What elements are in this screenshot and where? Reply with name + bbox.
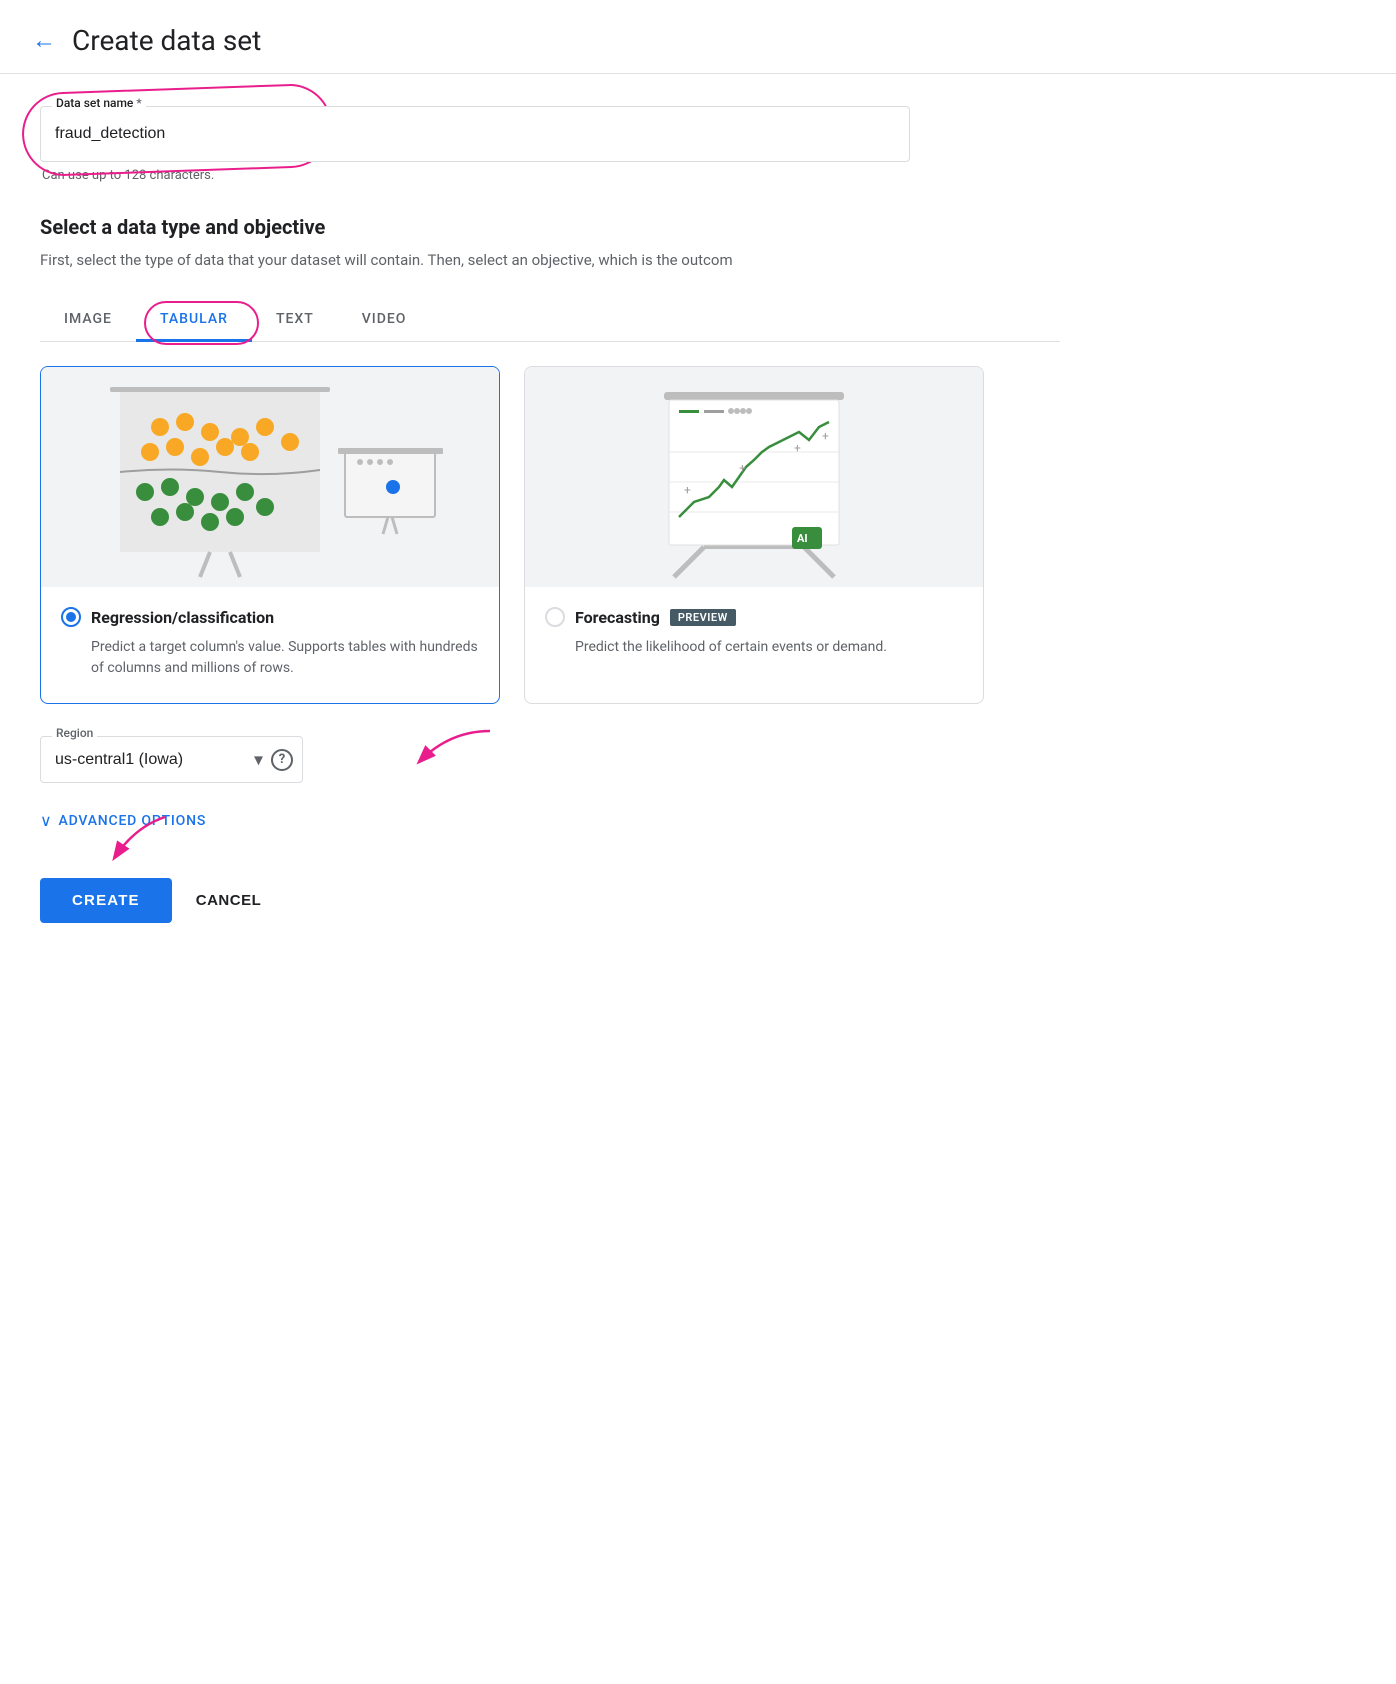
card-regression-body: Regression/classification Predict a targ… bbox=[41, 587, 499, 703]
card-forecasting-option-row: Forecasting PREVIEW bbox=[545, 607, 963, 627]
cards-container: Regression/classification Predict a targ… bbox=[40, 366, 1060, 704]
scatter-plot-svg bbox=[90, 372, 450, 582]
radio-regression[interactable] bbox=[61, 607, 81, 627]
svg-text:+: + bbox=[822, 429, 829, 443]
region-group: Region us-central1 (Iowa) us-east1 (Sout… bbox=[40, 736, 1060, 783]
advanced-options-toggle[interactable]: ∨ ADVANCED OPTIONS bbox=[40, 811, 1060, 830]
tab-video[interactable]: VIDEO bbox=[338, 297, 431, 341]
help-icon[interactable]: ? bbox=[271, 749, 293, 771]
card-regression-desc: Predict a target column's value. Support… bbox=[91, 637, 479, 679]
card-regression-image bbox=[41, 367, 499, 587]
dataset-name-field: Data set name * Can use up to 128 charac… bbox=[40, 106, 1060, 183]
tab-tabular[interactable]: TABULAR bbox=[136, 297, 252, 341]
actions: CREATE CANCEL bbox=[40, 878, 261, 923]
svg-text:+: + bbox=[684, 483, 691, 497]
back-button[interactable]: ← bbox=[32, 26, 56, 55]
tabs: IMAGE TABULAR TEXT VIDEO bbox=[40, 297, 1060, 342]
dropdown-wrapper: Region us-central1 (Iowa) us-east1 (Sout… bbox=[40, 736, 303, 783]
page-title: Create data set bbox=[72, 24, 261, 57]
chevron-down-icon: ∨ bbox=[40, 811, 53, 830]
advanced-options: ∨ ADVANCED OPTIONS bbox=[40, 811, 1060, 830]
card-regression-label: Regression/classification bbox=[91, 608, 274, 627]
card-forecasting-desc: Predict the likelihood of certain events… bbox=[575, 637, 963, 658]
tab-tabular-wrapper: TABULAR bbox=[136, 297, 252, 341]
section-title: Select a data type and objective bbox=[40, 215, 1060, 239]
page-header: ← Create data set bbox=[0, 0, 1396, 74]
cancel-button[interactable]: CANCEL bbox=[196, 892, 262, 909]
card-regression-option-row: Regression/classification bbox=[61, 607, 479, 627]
advanced-options-label: ADVANCED OPTIONS bbox=[59, 813, 207, 829]
dataset-name-label: Data set name * bbox=[52, 96, 146, 110]
region-select[interactable]: us-central1 (Iowa) us-east1 (South Carol… bbox=[40, 736, 303, 783]
section-desc: First, select the type of data that your… bbox=[40, 251, 1020, 269]
tab-image[interactable]: IMAGE bbox=[40, 297, 136, 341]
tab-text[interactable]: TEXT bbox=[252, 297, 338, 341]
actions-wrapper: CREATE CANCEL bbox=[40, 862, 261, 923]
card-forecasting-image: + + + + AI bbox=[525, 367, 983, 587]
svg-text:AI: AI bbox=[797, 532, 808, 545]
preview-badge: PREVIEW bbox=[670, 609, 736, 626]
radio-forecasting[interactable] bbox=[545, 607, 565, 627]
region-label: Region bbox=[52, 726, 97, 740]
main-content: Data set name * Can use up to 128 charac… bbox=[0, 74, 1100, 983]
dataset-name-hint: Can use up to 128 characters. bbox=[40, 168, 1060, 183]
radio-regression-inner bbox=[66, 612, 76, 622]
line-chart-svg: + + + + AI bbox=[574, 372, 934, 582]
card-forecasting-label: Forecasting bbox=[575, 608, 660, 627]
card-regression[interactable]: Regression/classification Predict a targ… bbox=[40, 366, 500, 704]
cards-area: Regression/classification Predict a targ… bbox=[40, 366, 1060, 704]
dataset-name-input[interactable] bbox=[40, 106, 910, 162]
create-button[interactable]: CREATE bbox=[40, 878, 172, 923]
svg-text:+: + bbox=[794, 441, 801, 455]
card-forecasting[interactable]: + + + + AI Forecasting PREVIEW bbox=[524, 366, 984, 704]
card-forecasting-body: Forecasting PREVIEW Predict the likeliho… bbox=[525, 587, 983, 682]
svg-text:+: + bbox=[739, 461, 746, 475]
dataset-name-wrapper: Data set name * bbox=[40, 106, 910, 162]
